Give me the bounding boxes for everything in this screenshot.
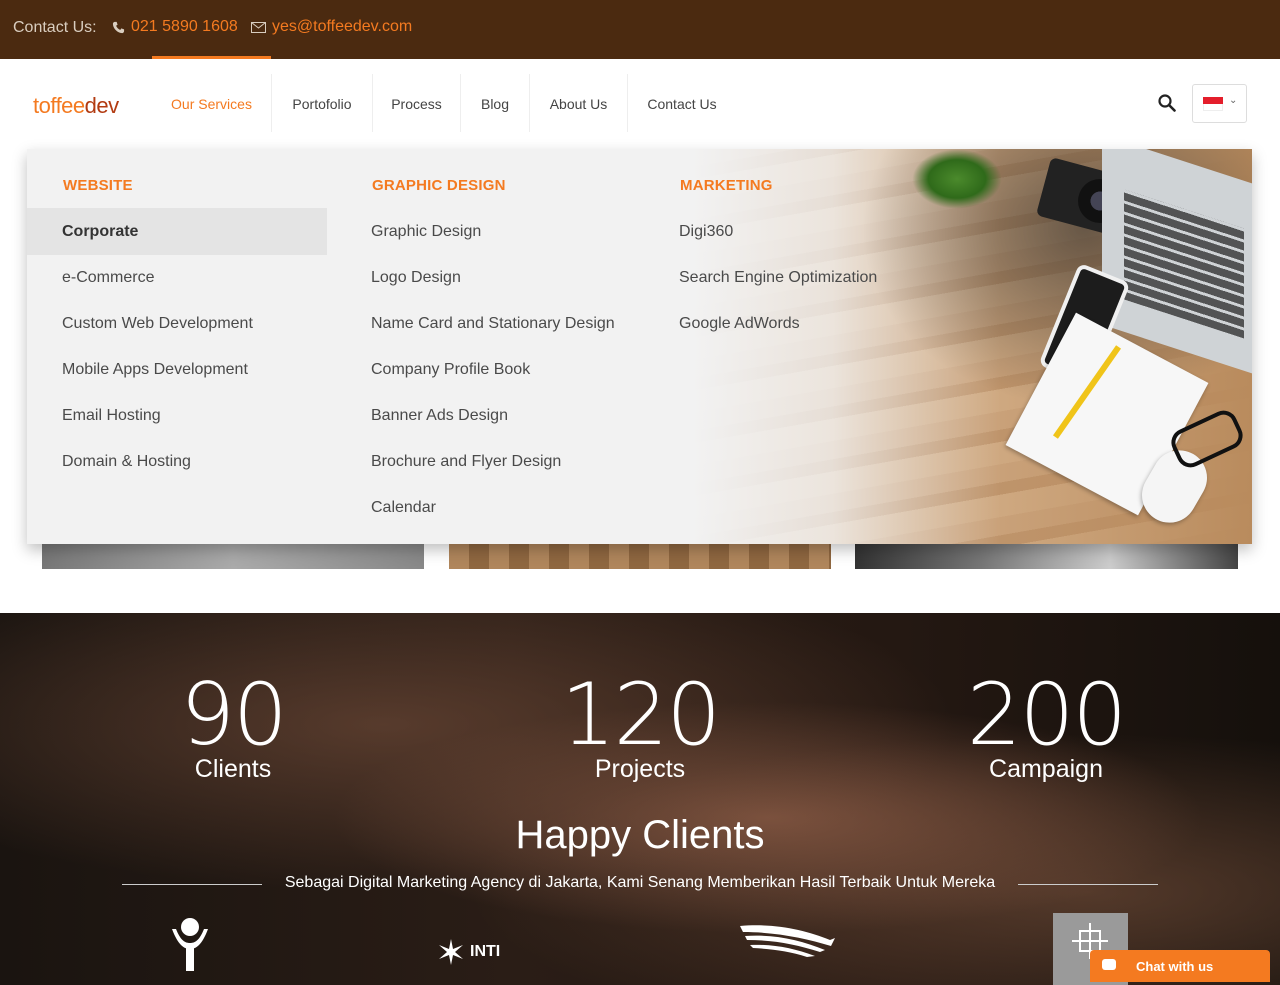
menu-item-google-adwords[interactable]: Google AdWords [644,300,944,347]
email-address: yes@toffeedev.com [272,18,413,35]
envelope-icon [251,21,266,33]
graphic-design-heading: GRAPHIC DESIGN [372,177,506,194]
nav-divider [627,74,628,132]
nav-portofolio[interactable]: Portofolio [272,74,372,134]
logo[interactable]: toffeedev [33,93,119,119]
menu-item-company-profile[interactable]: Company Profile Book [336,346,636,393]
stats-section: 90 Clients 120 Projects 200 Campaign Hap… [0,613,1280,985]
menu-item-seo[interactable]: Search Engine Optimization [644,254,944,301]
stat-projects-label: Projects [594,755,686,783]
marketing-heading: MARKETING [680,177,773,194]
search-icon[interactable] [1158,94,1176,112]
menu-item-custom-web[interactable]: Custom Web Development [27,300,327,347]
happy-clients-subtitle: Sebagai Digital Marketing Agency di Jaka… [284,874,996,891]
stat-clients-number: 90 [180,665,287,765]
menu-item-domain-hosting[interactable]: Domain & Hosting [27,438,327,485]
menu-item-mobile-apps[interactable]: Mobile Apps Development [27,346,327,393]
menu-item-ecommerce[interactable]: e-Commerce [27,254,327,301]
indonesia-flag-icon [1203,97,1223,111]
menu-item-banner-ads[interactable]: Banner Ads Design [336,392,636,439]
logo-part-dev: dev [84,93,119,118]
website-heading: WEBSITE [63,177,133,194]
happy-clients-title: Happy Clients [515,813,765,857]
chat-label: Chat with us [1136,958,1214,974]
garuda-bird-icon [740,925,835,957]
menu-item-graphic-design[interactable]: Graphic Design [336,208,636,255]
nav-about-us[interactable]: About Us [530,74,627,134]
stat-projects-number: 120 [560,665,721,765]
nav-contact-us[interactable]: Contact Us [628,74,736,134]
menu-item-corporate[interactable]: Corporate [27,208,327,255]
menu-item-email-hosting[interactable]: Email Hosting [27,392,327,439]
menu-item-brochure-flyer[interactable]: Brochure and Flyer Design [336,438,636,485]
nav-blog[interactable]: Blog [461,74,529,134]
menu-item-digi360[interactable]: Digi360 [644,208,944,255]
chat-button[interactable]: Chat with us [1090,950,1270,982]
nav-our-services[interactable]: Our Services [152,74,271,134]
stat-campaign-number: 200 [966,665,1127,765]
chat-bubble-icon [1102,959,1116,970]
client-logo-imamatek [140,915,240,978]
client-logo-garuda [735,918,845,978]
logo-part-toffee: toffee [33,93,85,118]
nav-divider [271,74,272,132]
menu-item-logo-design[interactable]: Logo Design [336,254,636,301]
stat-campaign-label: Campaign [989,755,1103,783]
language-selector[interactable]: ⌄ [1192,84,1247,123]
services-mega-menu: WEBSITE Corporate e-Commerce Custom Web … [27,149,1252,544]
stat-clients-label: Clients [194,755,272,783]
imamatek-logo-icon [172,918,208,971]
email-link[interactable]: yes@toffeedev.com [251,18,412,36]
inti-wordmark: INTI [470,943,501,960]
plant-image [912,149,1002,209]
client-logo-inti: INTI [436,935,548,969]
nav-divider [460,74,461,132]
nav-divider [372,74,373,132]
phone-number: 021 5890 1608 [131,18,238,35]
top-contact-bar: Contact Us: 021 5890 1608 yes@toffeedev.… [0,0,1280,59]
phone-icon [112,21,125,33]
inti-star-icon [439,939,463,965]
nav-process[interactable]: Process [373,74,460,134]
phone-link[interactable]: 021 5890 1608 [112,18,238,36]
menu-item-name-card[interactable]: Name Card and Stationary Design [336,300,636,347]
nav-divider [529,74,530,132]
nav-active-indicator [152,56,271,59]
chevron-down-icon: ⌄ [1229,95,1238,106]
menu-item-calendar[interactable]: Calendar [336,484,636,531]
divider-right [1018,884,1158,885]
contact-label: Contact Us: [13,19,97,36]
